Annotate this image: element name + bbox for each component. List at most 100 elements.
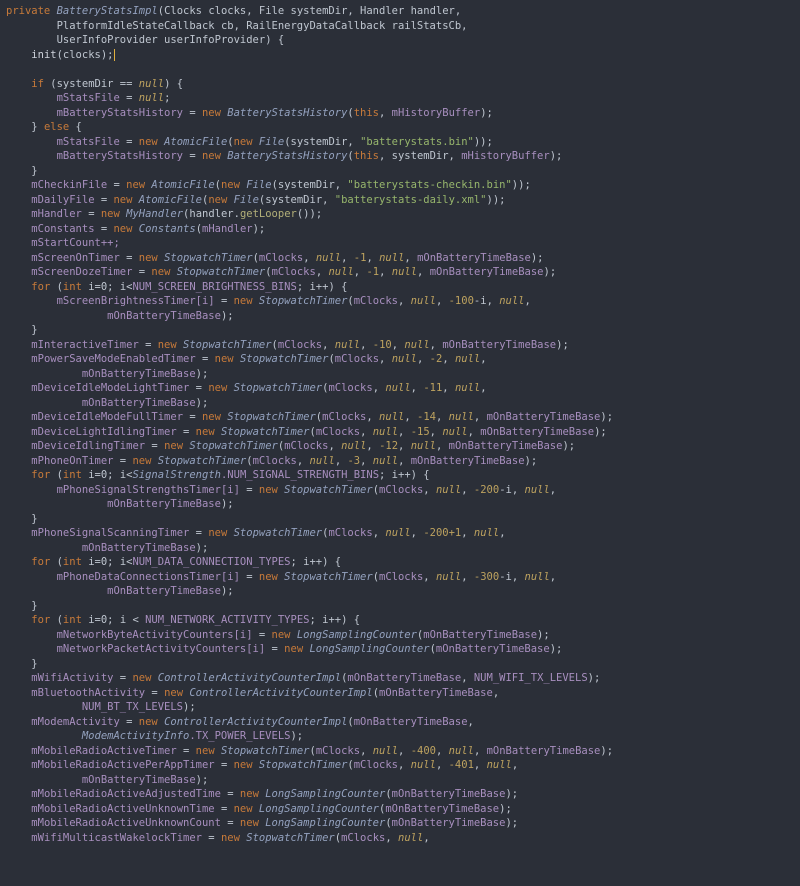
const: NUM_WIFI_TX_LEVELS [474, 672, 588, 684]
minus-i: -i [474, 295, 487, 307]
kw-new: new [208, 194, 227, 206]
type: ModemActivityInfo [82, 730, 189, 742]
mDeviceLightIdling: mDeviceLightIdlingTimer [31, 426, 176, 438]
mMobileRadioAdjusted: mMobileRadioActiveAdjustedTime [31, 788, 221, 800]
mOnBatteryTimeBase: mOnBatteryTimeBase [354, 716, 468, 728]
null-lit: null [392, 266, 417, 278]
mClocks: mClocks [316, 745, 360, 757]
mNetByte: mNetworkByteActivityCounters[i] [57, 629, 253, 641]
kw-new: new [240, 788, 259, 800]
null-lit: null [385, 527, 410, 539]
call: getLooper [240, 208, 297, 220]
const: .NUM_SIGNAL_STRENGTH_BINS [221, 469, 379, 481]
kw-new: new [132, 455, 151, 467]
type: AtomicFile [164, 136, 227, 148]
mClocks: mClocks [379, 484, 423, 496]
kw-for: for [31, 614, 50, 626]
ipp: ; i++) { [297, 281, 348, 293]
mOnBatteryTimeBase: mOnBatteryTimeBase [411, 455, 525, 467]
type: BatteryStatsHistory [227, 150, 347, 162]
type: StopwatchTimer [221, 745, 310, 757]
const: NUM_NETWORK_ACTIVITY_TYPES [145, 614, 309, 626]
mWifiActivity: mWifiActivity [31, 672, 113, 684]
mOnBatteryTimeBase: mOnBatteryTimeBase [82, 542, 196, 554]
mClocks: mClocks [341, 832, 385, 844]
ctor-name: BatteryStatsImpl [57, 5, 158, 17]
kw-new: new [151, 266, 170, 278]
null-lit: null [525, 484, 550, 496]
null-lit: null [392, 353, 417, 365]
kw-new: new [139, 136, 158, 148]
kw-new: new [164, 440, 183, 452]
type: File [259, 136, 284, 148]
minus-i: -i [499, 484, 512, 496]
mOnBatteryTimeBase: mOnBatteryTimeBase [107, 310, 221, 322]
type: StopwatchTimer [189, 440, 278, 452]
const: NUM_DATA_CONNECTION_TYPES [132, 556, 290, 568]
type: StopwatchTimer [234, 382, 323, 394]
null-lit: null [404, 339, 429, 351]
num: -1 [366, 266, 379, 278]
null-lit: null [373, 426, 398, 438]
semi: ; [164, 92, 170, 104]
null-lit: null [316, 252, 341, 264]
kw-int: int [63, 556, 82, 568]
mOnBatteryTimeBase: mOnBatteryTimeBase [82, 368, 196, 380]
null-lit: null [341, 440, 366, 452]
null-lit: null [449, 411, 474, 423]
kw-int: int [63, 469, 82, 481]
type: StopwatchTimer [246, 832, 335, 844]
mOnBatteryTimeBase: mOnBatteryTimeBase [436, 643, 550, 655]
type: AtomicFile [139, 194, 202, 206]
null-lit: null [398, 832, 423, 844]
kw-new: new [101, 208, 120, 220]
mOnBatteryTimeBase: mOnBatteryTimeBase [392, 817, 506, 829]
const: NUM_BT_TX_LEVELS [82, 701, 183, 713]
mOnBatteryTimeBase: mOnBatteryTimeBase [82, 774, 196, 786]
kw-new: new [164, 687, 183, 699]
type: StopwatchTimer [221, 426, 310, 438]
num: -10 [373, 339, 392, 351]
mHistoryBuffer: mHistoryBuffer [461, 150, 550, 162]
type: LongSamplingCounter [309, 643, 429, 655]
kw-new: new [196, 745, 215, 757]
null-lit: null [411, 295, 436, 307]
kw-new: new [259, 571, 278, 583]
num: -15 [411, 426, 430, 438]
mOnBatteryTimeBase: mOnBatteryTimeBase [480, 426, 594, 438]
null-lit: null [436, 571, 461, 583]
kw-private: private [6, 5, 50, 17]
kw-new: new [234, 759, 253, 771]
mOnBatteryTimeBase: mOnBatteryTimeBase [385, 803, 499, 815]
type: File [246, 179, 271, 191]
mHistoryBuffer: mHistoryBuffer [392, 107, 481, 119]
type: SignalStrength [132, 469, 221, 481]
eq: = [183, 107, 202, 119]
if-cond: (systemDir == [44, 78, 139, 90]
code-editor: private BatteryStatsImpl(Clocks clocks, … [0, 0, 800, 849]
type: StopwatchTimer [284, 571, 373, 583]
mPhoneSignalStrengths: mPhoneSignalStrengthsTimer[i] [57, 484, 240, 496]
type: ControllerActivityCounterImpl [164, 716, 347, 728]
kw-new: new [284, 643, 303, 655]
kw-new: new [221, 179, 240, 191]
kw-new: new [196, 426, 215, 438]
type: LongSamplingCounter [259, 803, 379, 815]
kw-new: new [113, 223, 132, 235]
str: "batterystats-checkin.bin" [347, 179, 511, 191]
kw-int: int [63, 281, 82, 293]
for-cond: i=0; i < [82, 614, 145, 626]
sig-line1: (Clocks clocks, File systemDir, Handler … [158, 5, 461, 17]
kw-new: new [132, 672, 151, 684]
type: StopwatchTimer [259, 295, 348, 307]
mStartCount: mStartCount++; [31, 237, 120, 249]
mClocks: mClocks [328, 527, 372, 539]
mOnBatteryTimeBase: mOnBatteryTimeBase [442, 339, 556, 351]
null-lit: null [455, 353, 480, 365]
num: -3 [347, 455, 360, 467]
sig-line2: PlatformIdleStateCallback cb, RailEnergy… [57, 20, 468, 32]
num: -11 [423, 382, 442, 394]
kw-new: new [202, 411, 221, 423]
mOnBatteryTimeBase: mOnBatteryTimeBase [487, 745, 601, 757]
kw-new: new [234, 295, 253, 307]
